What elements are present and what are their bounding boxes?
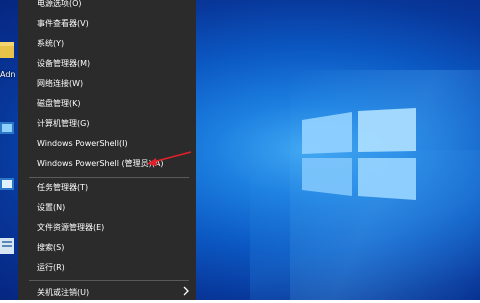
menu-item-label: 系统(Y) [37, 39, 65, 48]
menu-item-label: 运行(R) [37, 263, 65, 272]
menu-item-label: 事件查看器(V) [37, 19, 89, 28]
menu-separator [29, 280, 189, 281]
desktop-icon[interactable] [0, 236, 18, 258]
menu-item-label: 文件资源管理器(E) [37, 223, 105, 232]
desktop-icon[interactable] [0, 118, 18, 140]
menu-item-computer-management[interactable]: 计算机管理(G) [18, 114, 196, 134]
windows-logo-icon [302, 108, 416, 200]
menu-item-label: 计算机管理(G) [37, 119, 90, 128]
menu-item-label: 设置(N) [37, 203, 66, 212]
menu-item-label: 网络连接(W) [37, 79, 84, 88]
menu-item-label: Windows PowerShell(I) [37, 139, 128, 148]
menu-item-run[interactable]: 运行(R) [18, 258, 196, 278]
desktop-icon[interactable] [0, 40, 18, 62]
menu-item-label: 设备管理器(M) [37, 59, 91, 68]
menu-item-event-viewer[interactable]: 事件查看器(V) [18, 14, 196, 34]
menu-item-label: 电源选项(O) [37, 0, 82, 8]
menu-item-disk-management[interactable]: 磁盘管理(K) [18, 94, 196, 114]
menu-item-label: 任务管理器(T) [37, 183, 89, 192]
desktop-icon[interactable] [0, 174, 18, 196]
chevron-right-icon [183, 286, 189, 296]
menu-item-label: 搜索(S) [37, 243, 65, 252]
menu-item-system[interactable]: 系统(Y) [18, 34, 196, 54]
menu-item-file-explorer[interactable]: 文件资源管理器(E) [18, 218, 196, 238]
menu-item-shutdown-signout[interactable]: 关机或注销(U) [18, 283, 196, 303]
red-arrow-annotation [147, 151, 192, 166]
menu-item-device-manager[interactable]: 设备管理器(M) [18, 54, 196, 74]
desktop-icon-label: Adn [0, 70, 16, 79]
menu-item-label: 关机或注销(U) [37, 288, 90, 297]
menu-item-label: 磁盘管理(K) [37, 99, 81, 108]
menu-item-search[interactable]: 搜索(S) [18, 238, 196, 258]
menu-item-network-connections[interactable]: 网络连接(W) [18, 74, 196, 94]
menu-item-task-manager[interactable]: 任务管理器(T) [18, 178, 196, 198]
menu-item-power-options[interactable]: 电源选项(O) [18, 0, 196, 14]
menu-item-settings[interactable]: 设置(N) [18, 198, 196, 218]
